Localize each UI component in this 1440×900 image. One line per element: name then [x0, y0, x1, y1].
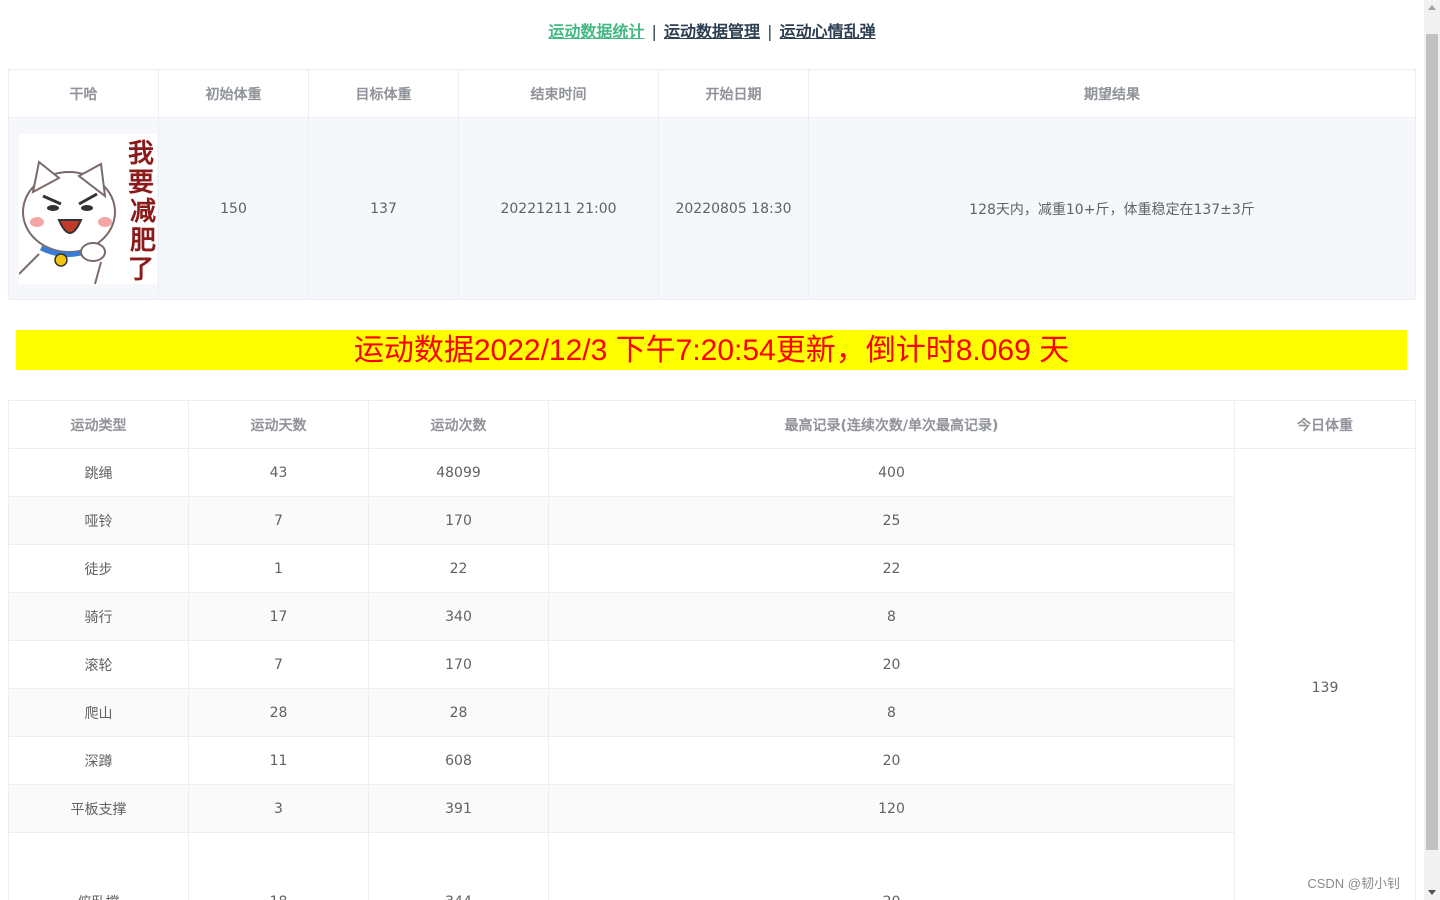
sport-count-cell: 608 [368, 736, 549, 785]
sport-type-cell: 爬山 [8, 688, 189, 737]
table-row: 骑行 17 340 8 [8, 592, 1416, 641]
header-cell: 结束时间 [458, 69, 659, 118]
sport-record-cell: 20 [548, 736, 1235, 785]
sport-days-cell: 18 [188, 832, 369, 900]
sport-type-cell: 深蹲 [8, 736, 189, 785]
sport-count-cell: 344 [368, 832, 549, 900]
sport-type-cell: 跳绳 [8, 448, 189, 497]
sport-days-cell: 17 [188, 592, 369, 641]
sport-table-header: 运动类型 运动天数 运动次数 最高记录(连续次数/单次最高记录) 今日体重 [8, 400, 1416, 449]
svg-text:肥: 肥 [130, 226, 156, 256]
table-row: 深蹲 11 608 20 [8, 736, 1416, 785]
sport-count-cell: 22 [368, 544, 549, 593]
header-cell: 目标体重 [308, 69, 459, 118]
cat-sticker-image: 我 要 减 肥 了 [19, 133, 157, 284]
end-time-cell: 20221211 21:00 [458, 117, 659, 300]
header-cell: 运动次数 [368, 400, 549, 449]
svg-text:减: 减 [130, 197, 156, 227]
sport-record-cell: 400 [548, 448, 1235, 497]
expected-result-cell: 128天内，减重10+斤，体重稳定在137±3斤 [808, 117, 1416, 300]
sport-days-cell: 1 [188, 544, 369, 593]
sport-type-cell: 平板支撑 [8, 784, 189, 833]
target-weight-cell: 137 [308, 117, 459, 300]
table-row: 跳绳 43 48099 400 139 [8, 448, 1416, 900]
goal-table: 干哈 初始体重 目标体重 结束时间 开始日期 期望结果 我 要 减 肥 了 15… [8, 69, 1416, 300]
sport-type-cell: 徒步 [8, 544, 189, 593]
sport-record-cell: 8 [548, 592, 1235, 641]
header-cell: 干哈 [8, 69, 159, 118]
scroll-down-arrow-icon[interactable] [1428, 890, 1436, 895]
sport-record-cell: 20 [548, 832, 1235, 900]
page: 运动数据统计 | 运动数据管理 | 运动心情乱弹 干哈 初始体重 目标体重 结束… [0, 0, 1424, 900]
header-cell: 开始日期 [658, 69, 809, 118]
header-cell: 今日体重 [1234, 400, 1416, 449]
nav-separator: | [651, 22, 657, 41]
sport-count-cell: 170 [368, 640, 549, 689]
svg-text:我: 我 [128, 139, 154, 169]
sport-type-cell: 哑铃 [8, 496, 189, 545]
table-row: 爬山 28 28 8 [8, 688, 1416, 737]
scroll-up-arrow-icon[interactable] [1428, 5, 1436, 10]
sport-count-cell: 28 [368, 688, 549, 737]
table-row: 徒步 1 22 22 [8, 544, 1416, 593]
table-row: 平板支撑 3 391 120 [8, 784, 1416, 833]
sport-record-cell: 8 [548, 688, 1235, 737]
nav-link-manage[interactable]: 运动数据管理 [664, 22, 760, 41]
sport-type-cell: 俯卧撑 [8, 832, 189, 900]
csdn-watermark: CSDN @韧小钊 [1307, 876, 1400, 891]
header-cell: 期望结果 [808, 69, 1416, 118]
sport-count-cell: 391 [368, 784, 549, 833]
header-cell: 运动类型 [8, 400, 189, 449]
table-row: 哑铃 7 170 25 [8, 496, 1416, 545]
sticker-cell: 我 要 减 肥 了 [8, 117, 159, 300]
sport-count-cell: 340 [368, 592, 549, 641]
countdown-banner: 运动数据2022/12/3 下午7:20:54更新，倒计时8.069 天 [16, 330, 1407, 370]
sport-record-cell: 120 [548, 784, 1235, 833]
nav-separator: | [767, 22, 773, 41]
vertical-scrollbar[interactable] [1424, 0, 1440, 900]
sport-days-cell: 3 [188, 784, 369, 833]
nav-link-stats[interactable]: 运动数据统计 [548, 22, 644, 41]
start-date-cell: 20220805 18:30 [658, 117, 809, 300]
header-cell: 初始体重 [158, 69, 309, 118]
sport-days-cell: 7 [188, 496, 369, 545]
sport-days-cell: 11 [188, 736, 369, 785]
table-row: 滚轮 7 170 20 [8, 640, 1416, 689]
table-row: 俯卧撑 18 344 20 [8, 832, 1416, 900]
nav-link-mood[interactable]: 运动心情乱弹 [780, 22, 876, 41]
svg-text:要: 要 [128, 168, 154, 198]
sport-record-cell: 20 [548, 640, 1235, 689]
sport-table: 运动类型 运动天数 运动次数 最高记录(连续次数/单次最高记录) 今日体重 跳绳… [8, 400, 1416, 900]
goal-table-row: 我 要 减 肥 了 150 137 20221211 21:00 2022080… [8, 117, 1416, 300]
sport-days-cell: 7 [188, 640, 369, 689]
sport-count-cell: 48099 [368, 448, 549, 497]
goal-table-header: 干哈 初始体重 目标体重 结束时间 开始日期 期望结果 [8, 69, 1416, 118]
header-cell: 最高记录(连续次数/单次最高记录) [548, 400, 1235, 449]
today-weight-cell: 139 [1234, 448, 1416, 900]
header-cell: 运动天数 [188, 400, 369, 449]
sport-count-cell: 170 [368, 496, 549, 545]
sport-record-cell: 22 [548, 544, 1235, 593]
sport-record-cell: 25 [548, 496, 1235, 545]
sport-type-cell: 滚轮 [8, 640, 189, 689]
sport-type-cell: 骑行 [8, 592, 189, 641]
scrollbar-thumb[interactable] [1426, 34, 1438, 850]
sport-days-cell: 28 [188, 688, 369, 737]
svg-text:了: 了 [128, 255, 154, 284]
top-nav: 运动数据统计 | 运动数据管理 | 运动心情乱弹 [0, 18, 1424, 42]
sport-days-cell: 43 [188, 448, 369, 497]
initial-weight-cell: 150 [158, 117, 309, 300]
